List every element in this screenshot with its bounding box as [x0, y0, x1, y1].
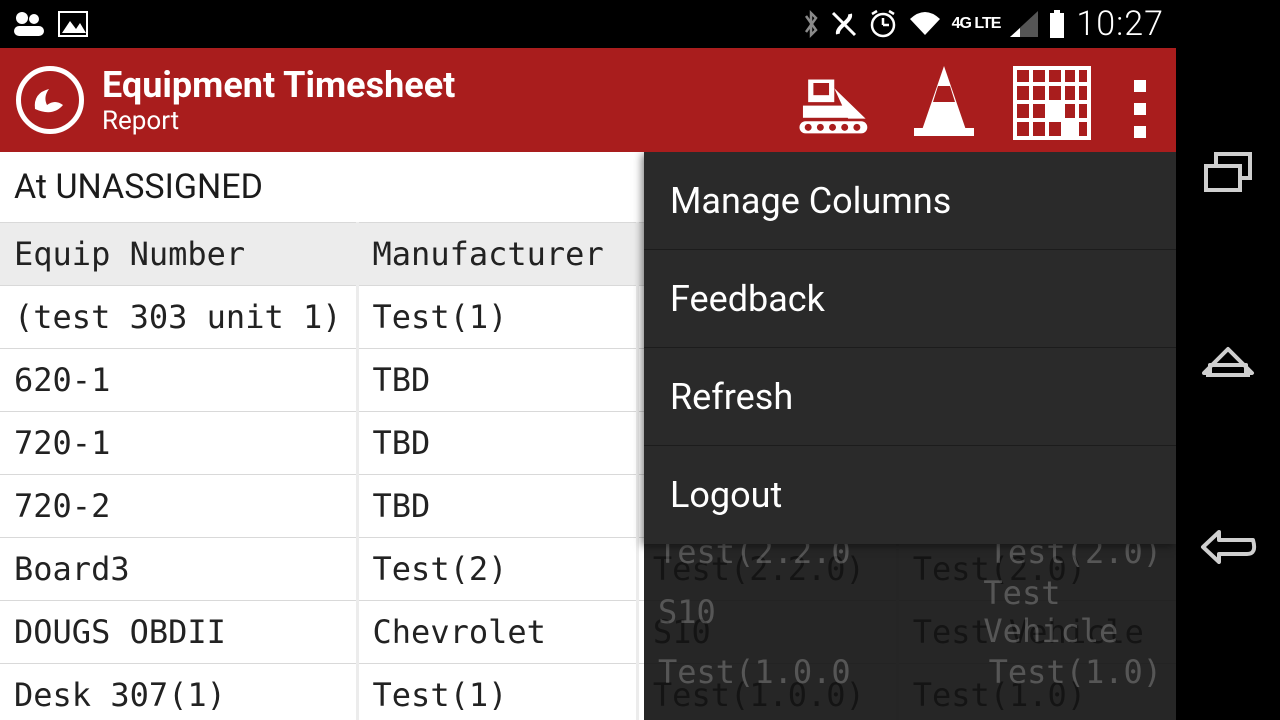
calendar-grid-icon[interactable] [1012, 60, 1092, 140]
android-nav-bar [1176, 0, 1280, 720]
app-bar: Equipment Timesheet Report [0, 48, 1176, 152]
page-title: Equipment Timesheet [102, 64, 455, 106]
signal-icon [1010, 11, 1038, 37]
table-cell: 720-1 [0, 412, 357, 475]
column-header[interactable]: Manufacturer [357, 223, 637, 286]
table-cell: DOUGS OBDII [0, 601, 357, 664]
table-cell: 620-1 [0, 349, 357, 412]
android-status-bar: 4G LTE 10:27 [0, 0, 1176, 48]
picture-icon [58, 11, 88, 37]
table-cell: Board3 [0, 538, 357, 601]
contacts-icon [12, 10, 46, 38]
alarm-icon [868, 9, 898, 39]
back-icon[interactable] [1199, 530, 1257, 568]
table-cell: Test(1) [357, 286, 637, 349]
recent-apps-icon[interactable] [1202, 152, 1254, 198]
equipment-icon[interactable] [796, 60, 876, 140]
menu-item[interactable]: Feedback [644, 250, 1176, 348]
page-subtitle: Report [102, 106, 455, 136]
content-area: At UNASSIGNED Equip Number Manufacturer … [0, 152, 1176, 720]
table-cell: Test(2) [357, 538, 637, 601]
column-header[interactable]: Equip Number [0, 223, 357, 286]
bluetooth-icon [802, 9, 820, 39]
wifi-icon [908, 11, 942, 37]
vibrate-icon [830, 9, 858, 39]
table-cell: Test(1) [357, 664, 637, 720]
menu-item[interactable]: Refresh [644, 348, 1176, 446]
overflow-menu: Manage ColumnsFeedbackRefreshLogout [644, 152, 1176, 544]
status-clock: 10:27 [1076, 4, 1164, 44]
table-cell: TBD [357, 412, 637, 475]
overflow-menu-icon[interactable] [1120, 60, 1160, 140]
home-icon[interactable] [1200, 343, 1256, 385]
network-4g-lte-icon: 4G LTE [952, 17, 1001, 31]
battery-icon [1048, 9, 1066, 39]
app-logo-icon[interactable] [16, 66, 84, 134]
menu-item[interactable]: Logout [644, 446, 1176, 544]
network-label: 4G LTE [952, 17, 1001, 31]
table-cell: TBD [357, 349, 637, 412]
menu-scrim[interactable]: ModelEquipmentTest(1.0.0)UNASSIGNEDTBDTe… [644, 152, 1176, 720]
cone-icon[interactable] [904, 60, 984, 140]
table-cell: Chevrolet [357, 601, 637, 664]
table-cell: Desk 307(1) [0, 664, 357, 720]
menu-item[interactable]: Manage Columns [644, 152, 1176, 250]
table-cell: TBD [357, 475, 637, 538]
table-cell: (test 303 unit 1) [0, 286, 357, 349]
table-cell: 720-2 [0, 475, 357, 538]
